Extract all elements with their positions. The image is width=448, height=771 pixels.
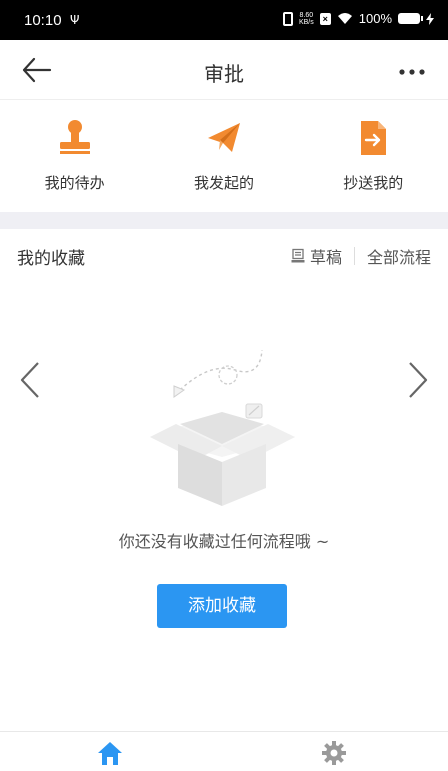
tab-settings[interactable]	[320, 740, 348, 766]
empty-box-icon	[150, 349, 295, 506]
stamp-icon	[59, 120, 90, 154]
empty-state-text: 你还没有收藏过任何流程哦 ~	[118, 532, 330, 551]
shortcut-label: 抄送我的	[343, 174, 404, 192]
bottom-tab-bar	[0, 731, 448, 771]
gear-icon	[322, 741, 346, 765]
status-icons: 8.60 KB/s × 100%	[282, 11, 434, 26]
divider	[353, 247, 355, 265]
favorites-title: 我的收藏	[17, 249, 85, 269]
carousel-next-button[interactable]	[402, 360, 432, 400]
vibrate-icon	[282, 11, 293, 26]
tab-home[interactable]	[96, 740, 124, 766]
shortcut-cc-me[interactable]: 抄送我的	[313, 100, 433, 212]
net-speed: 8.60 KB/s	[299, 12, 314, 26]
x-icon: ×	[319, 12, 331, 25]
draft-icon	[291, 248, 305, 263]
section-divider	[0, 212, 448, 229]
status-time: 10:10	[24, 12, 62, 29]
favorites-header: 我的收藏 草稿 全部流程	[0, 229, 448, 279]
nav-bar: 审批	[0, 40, 448, 100]
all-process-button[interactable]: 全部流程	[367, 244, 431, 268]
usb-icon: Ψ	[70, 13, 80, 27]
battery-percent: 100%	[358, 11, 392, 26]
empty-box-illustration	[140, 342, 310, 512]
more-dots-icon	[399, 69, 425, 75]
page-title: 审批	[204, 62, 244, 86]
carousel-prev-button[interactable]	[16, 360, 46, 400]
chevron-right-icon	[407, 360, 429, 400]
charging-icon	[426, 12, 434, 25]
status-bar: 10:10 Ψ 8.60 KB/s × 100%	[0, 0, 448, 40]
net-speed-unit: KB/s	[298, 18, 314, 26]
chevron-left-icon	[19, 360, 41, 400]
home-icon	[98, 742, 122, 765]
add-favorite-button[interactable]: 添加收藏	[157, 584, 287, 628]
shortcut-label: 我发起的	[193, 174, 254, 192]
shortcut-row: 我的待办 我发起的 抄送我的	[0, 100, 448, 212]
shortcut-initiated[interactable]: 我发起的	[164, 100, 284, 212]
shortcut-my-todo[interactable]: 我的待办	[15, 100, 135, 212]
paper-plane-icon	[207, 123, 240, 152]
favorites-actions: 草稿 全部流程	[290, 244, 431, 268]
draft-button[interactable]: 草稿	[310, 244, 342, 268]
document-forward-icon	[361, 121, 387, 155]
wifi-icon	[337, 13, 352, 24]
more-button[interactable]	[398, 62, 426, 76]
net-speed-value: 8.60	[299, 11, 314, 19]
battery-icon	[398, 13, 423, 24]
shortcut-label: 我的待办	[44, 174, 105, 192]
